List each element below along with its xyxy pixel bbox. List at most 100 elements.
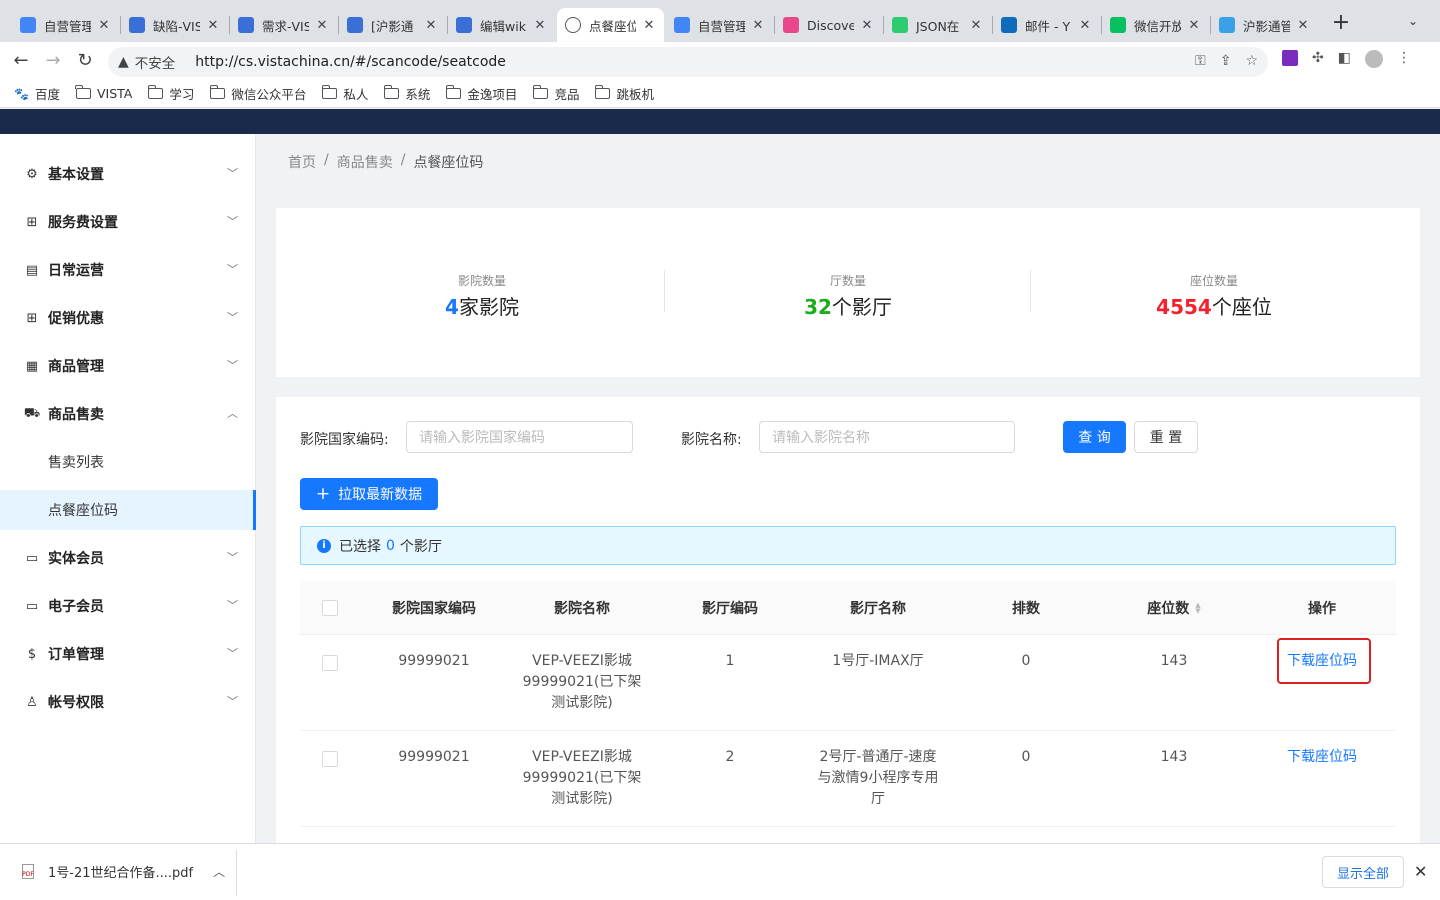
tab-separator	[1210, 16, 1211, 34]
key-icon[interactable]: ⚿	[1195, 53, 1206, 69]
highlight-box	[1277, 638, 1371, 684]
folder-icon	[383, 85, 400, 99]
bookmark-item[interactable]: 学习	[147, 84, 194, 103]
sort-icon[interactable]: ▲ ▼	[1195, 602, 1200, 615]
tab-close-icon[interactable]: ✕	[969, 18, 983, 33]
idcard-icon: ▭	[25, 598, 39, 614]
close-icon[interactable]: ✕	[1414, 862, 1427, 881]
bookmark-item[interactable]: 🐾 百度	[14, 84, 60, 103]
extension-rp-icon[interactable]	[1282, 50, 1298, 66]
url-text[interactable]: http://cs.vistachina.cn/#/scancode/seatc…	[195, 54, 506, 70]
bookmark-item[interactable]: 竞品	[532, 84, 579, 103]
browser-tab[interactable]: 点餐座位 ✕	[557, 8, 664, 42]
tab-close-icon[interactable]: ✕	[642, 18, 656, 33]
back-arrow-icon[interactable]: ←	[10, 50, 32, 72]
star-icon[interactable]: ☆	[1245, 53, 1258, 69]
seats-column-header[interactable]: 座位数 ▲ ▼	[1100, 581, 1248, 635]
reset-button[interactable]: 重 置	[1134, 421, 1198, 453]
sidebar-menu-item[interactable]: ⊞ 促销优惠 ﹀	[0, 294, 256, 342]
tab-title: 微信开放	[1134, 18, 1181, 34]
sidebar-menu-item[interactable]: ♙ 帐号权限 ﹀	[0, 678, 256, 726]
share-icon[interactable]: ⇪	[1220, 53, 1232, 69]
row-checkbox[interactable]	[322, 655, 338, 671]
browser-tab[interactable]: 需求-VIS ✕	[230, 8, 337, 42]
profile-avatar-icon[interactable]	[1364, 50, 1383, 68]
puzzle-icon[interactable]: ✣	[1312, 50, 1324, 68]
browser-tab[interactable]: 缺陷-VIS ✕	[121, 8, 228, 42]
sidebar-submenu-item[interactable]: 售卖列表	[0, 442, 256, 482]
address-bar[interactable]: ▲ 不安全 http://cs.vistachina.cn/#/scancode…	[108, 47, 1268, 77]
forward-arrow-icon[interactable]: →	[42, 50, 64, 72]
sidebar-menu-item[interactable]: $ 订单管理 ﹀	[0, 630, 256, 678]
wechat-icon	[1110, 17, 1126, 33]
bookmark-label: VISTA	[96, 86, 133, 101]
fetch-latest-button[interactable]: + 拉取最新数据	[300, 478, 438, 510]
new-tab-button[interactable]: +	[1330, 12, 1352, 34]
download-seat-code-link[interactable]: 下载座位码	[1248, 747, 1396, 768]
breadcrumb-section[interactable]: 商品售卖	[337, 152, 393, 172]
tab-close-icon[interactable]: ✕	[1187, 18, 1201, 33]
folder-icon	[209, 85, 226, 99]
browser-tab[interactable]: JSON在 ✕	[884, 8, 991, 42]
sidebar-menu-item[interactable]: ⛟ 商品售卖 ︿	[0, 390, 256, 438]
tab-search-chevron-icon[interactable]: ⌄	[1408, 14, 1418, 28]
tab-separator	[774, 16, 775, 34]
tab-close-icon[interactable]: ✕	[424, 18, 438, 33]
sidebar-menu-item[interactable]: ▭ 电子会员 ﹀	[0, 582, 256, 630]
cinema-code-input[interactable]: 请输入影院国家编码	[406, 421, 633, 453]
app-header	[0, 109, 1440, 134]
sidebar-menu-item[interactable]: ⊞ 服务费设置 ﹀	[0, 198, 256, 246]
chevron-down-icon: ﹀	[227, 263, 238, 276]
bookmark-item[interactable]: 私人	[321, 84, 368, 103]
browser-tab[interactable]: Discove ✕	[775, 8, 882, 42]
tab-close-icon[interactable]: ✕	[97, 18, 111, 33]
reload-icon[interactable]: ↻	[74, 50, 96, 72]
browser-tab[interactable]: [沪影通 ✕	[339, 8, 446, 42]
bookmark-item[interactable]: 金逸项目	[445, 84, 518, 103]
browser-tab[interactable]: 沪影通管 ✕	[1211, 8, 1318, 42]
main-content: 首页 / 商品售卖 / 点餐座位码 影院数量 4家影院 厅数量 32个影厅 座位…	[257, 134, 1440, 843]
select-all-checkbox[interactable]	[322, 600, 338, 616]
tab-close-icon[interactable]: ✕	[1296, 18, 1310, 33]
json-icon	[892, 17, 908, 33]
show-all-button[interactable]: 显示全部	[1322, 856, 1404, 888]
sidebar-menu-label: 电子会员	[48, 599, 104, 615]
cinema-name-input[interactable]: 请输入影院名称	[759, 421, 1015, 453]
sidebar-menu-label: 基本设置	[48, 167, 104, 183]
more-menu-icon[interactable]: ⋮	[1397, 50, 1411, 68]
bookmark-item[interactable]: 微信公众平台	[209, 84, 306, 103]
sidebar-menu-item[interactable]: ▦ 商品管理 ﹀	[0, 342, 256, 390]
tab-close-icon[interactable]: ✕	[751, 18, 765, 33]
tab-close-icon[interactable]: ✕	[206, 18, 220, 33]
tab-close-icon[interactable]: ✕	[1078, 18, 1092, 33]
browser-tab[interactable]: 编辑wik ✕	[448, 8, 555, 42]
selection-alert: i 已选择 0 个影厅	[300, 526, 1396, 565]
bookmark-item[interactable]: 跳板机	[594, 84, 654, 103]
bookmark-item[interactable]: 系统	[383, 84, 430, 103]
row-checkbox-cell	[322, 751, 338, 767]
row-checkbox[interactable]	[322, 751, 338, 767]
chevron-up-icon[interactable]: ︿	[213, 863, 225, 880]
sidebar-menu-label: 实体会员	[48, 551, 104, 567]
tab-close-icon[interactable]: ✕	[315, 18, 329, 33]
tab-close-icon[interactable]: ✕	[860, 18, 874, 33]
download-item[interactable]: PDF 1号-21世纪合作备....pdf ︿	[22, 862, 225, 881]
column-header: 影院名称	[554, 601, 610, 617]
browser-tab[interactable]: 微信开放 ✕	[1102, 8, 1209, 42]
sidebar-menu-item[interactable]: ⚙ 基本设置 ﹀	[0, 150, 256, 198]
sidebar-menu-item[interactable]: ▤ 日常运营 ﹀	[0, 246, 256, 294]
browser-tab[interactable]: 自营管理 ✕	[666, 8, 773, 42]
tab-close-icon[interactable]: ✕	[533, 18, 547, 33]
sidebar-menu-item[interactable]: ▭ 实体会员 ﹀	[0, 534, 256, 582]
sidepanel-icon[interactable]: ◧	[1338, 50, 1351, 68]
browser-tab[interactable]: 自营管理 ✕	[12, 8, 119, 42]
bookmark-item[interactable]: VISTA	[75, 85, 133, 101]
search-button[interactable]: 查 询	[1063, 421, 1126, 453]
breadcrumb-home[interactable]: 首页	[288, 152, 316, 172]
tab-separator	[1101, 16, 1102, 34]
bookmark-label: 金逸项目	[467, 87, 518, 102]
browser-tab[interactable]: 邮件 - Y ✕	[993, 8, 1100, 42]
chevron-down-icon: ﹀	[227, 599, 238, 612]
cell-cinema-name: VEP-VEEZI影城99999021(已下架测试影院)	[522, 749, 642, 807]
sidebar-submenu-item[interactable]: 点餐座位码	[0, 490, 256, 530]
